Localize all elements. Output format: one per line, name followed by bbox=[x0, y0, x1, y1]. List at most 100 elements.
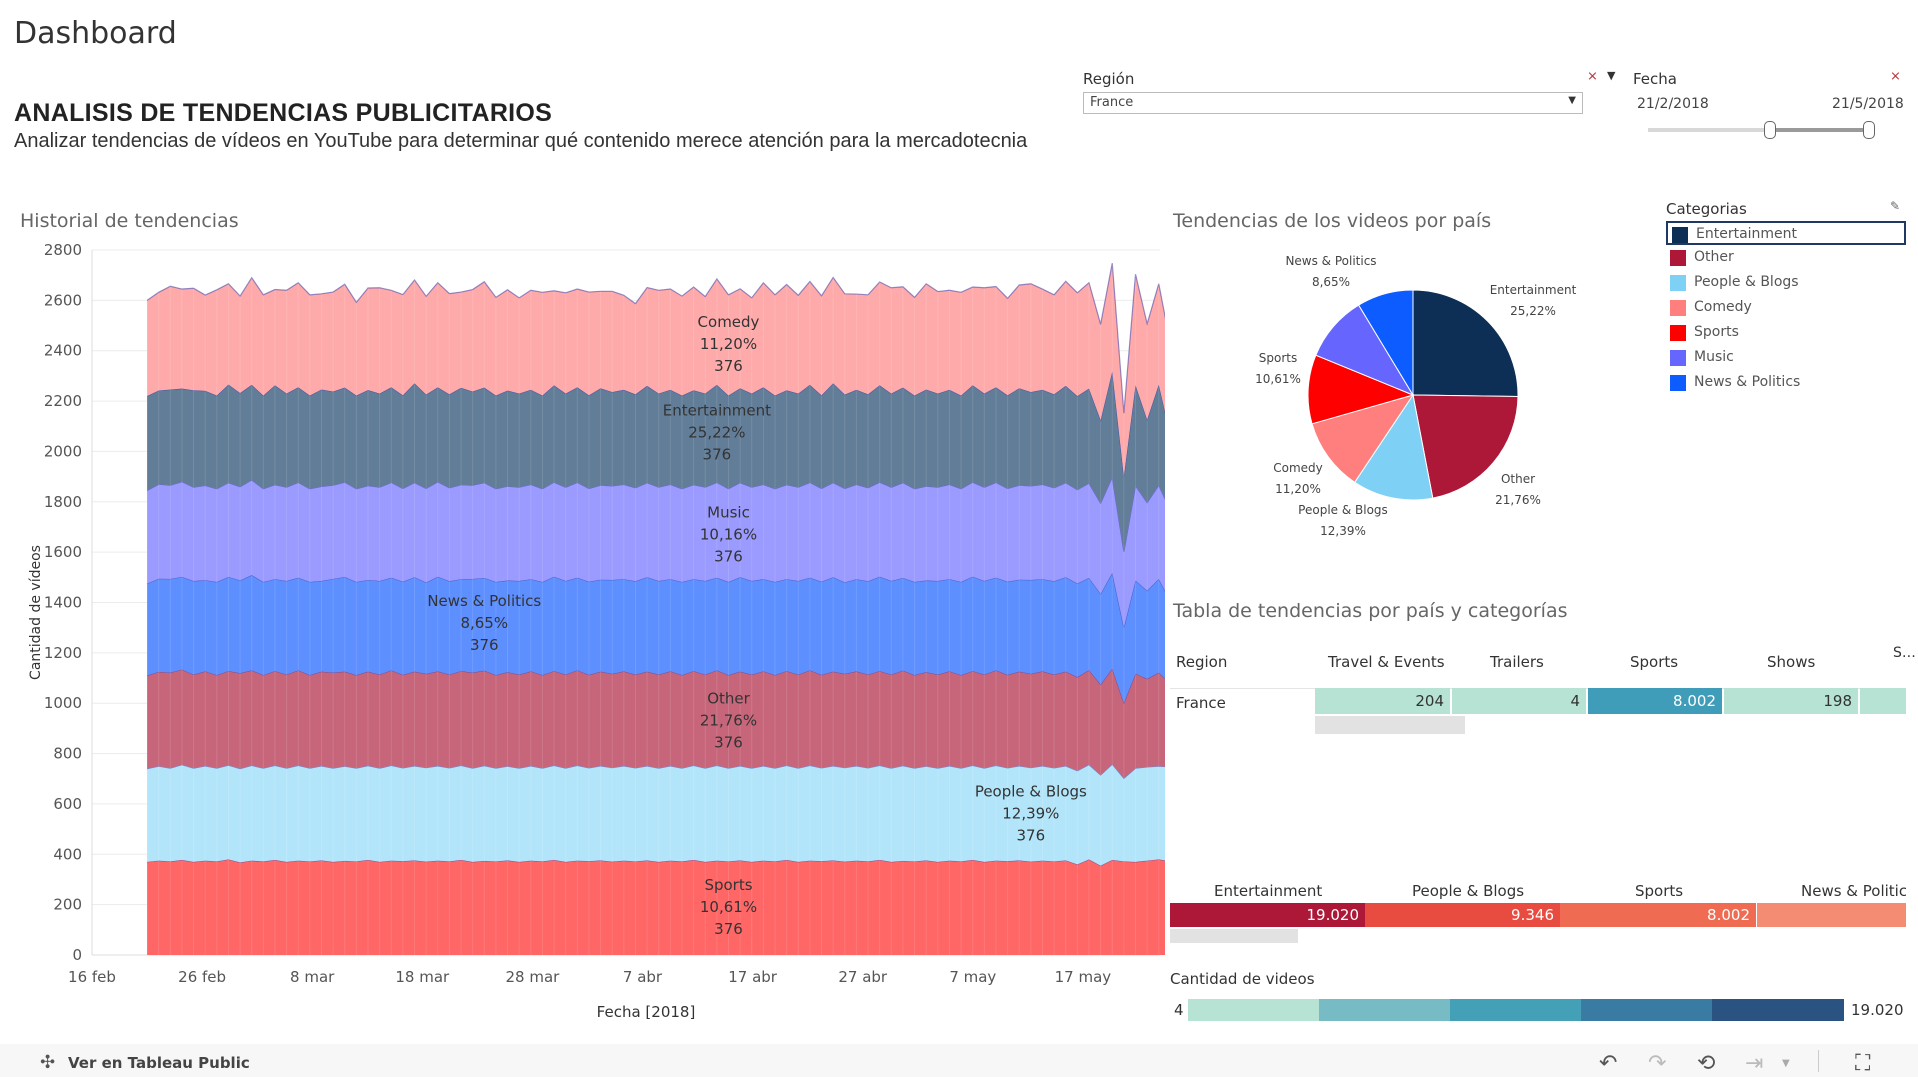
legend-label: Other bbox=[1694, 249, 1734, 265]
redo-icon[interactable]: ↷ bbox=[1648, 1051, 1666, 1076]
legend-label: Entertainment bbox=[1696, 226, 1798, 242]
catbar-news[interactable] bbox=[1757, 903, 1906, 927]
legend-swatch bbox=[1670, 350, 1686, 366]
area-label-people-blogs: 12,39% bbox=[1002, 805, 1059, 823]
area-label-sports: 376 bbox=[714, 920, 743, 938]
table-header-shows: Shows bbox=[1767, 653, 1816, 671]
legend-swatch bbox=[1670, 275, 1686, 291]
x-tick-label: 18 mar bbox=[395, 968, 450, 986]
table-cell-shows[interactable]: 198 bbox=[1724, 688, 1858, 714]
y-tick-label: 1600 bbox=[44, 543, 82, 561]
area-other[interactable] bbox=[147, 668, 1165, 779]
tableau-logo-icon: ✣ bbox=[40, 1052, 56, 1073]
pie-percent-people-blogs: 12,39% bbox=[1320, 524, 1366, 538]
x-tick-label: 28 mar bbox=[505, 968, 560, 986]
date-slider-start-handle[interactable] bbox=[1764, 121, 1776, 139]
undo-icon[interactable]: ↶ bbox=[1599, 1051, 1617, 1076]
catbar-sports[interactable]: 8.002 bbox=[1560, 903, 1756, 927]
table-header-sports: Sports bbox=[1630, 653, 1679, 671]
revert-icon[interactable]: ⟲ bbox=[1697, 1051, 1715, 1076]
main-title: ANALISIS DE TENDENCIAS PUBLICITARIOS bbox=[14, 99, 553, 127]
color-legend-step-5 bbox=[1712, 999, 1844, 1021]
pie-label-news-politics: News & Politics bbox=[1285, 254, 1376, 268]
pie-slice-entertainment[interactable] bbox=[1412, 289, 1519, 397]
legend-item-sports[interactable]: Sports bbox=[1666, 321, 1906, 343]
legend-item-entertainment[interactable]: Entertainment bbox=[1666, 221, 1906, 245]
clear-date-filter-icon[interactable]: ⨯ bbox=[1890, 69, 1901, 84]
refresh-icon[interactable]: ⇥ bbox=[1745, 1051, 1763, 1076]
area-label-other: 21,76% bbox=[700, 712, 757, 730]
table-cell-sports[interactable]: 8.002 bbox=[1588, 688, 1722, 714]
legend-label: People & Blogs bbox=[1694, 274, 1799, 290]
pie-percent-news-politics: 8,65% bbox=[1312, 275, 1350, 289]
area-label-entertainment: 25,22% bbox=[688, 424, 745, 442]
chevron-down-icon: ▼ bbox=[1568, 95, 1576, 106]
y-tick-label: 2800 bbox=[44, 241, 82, 259]
table-title: Tabla de tendencias por país y categoría… bbox=[1173, 600, 1568, 622]
legend-label: Comedy bbox=[1694, 299, 1752, 315]
table-header-trailers: Trailers bbox=[1490, 653, 1544, 671]
edit-pencil-icon[interactable]: ✎ bbox=[1890, 199, 1900, 213]
pie-chart[interactable]: Entertainment 25,22% Other 21,76% People & B… bbox=[1173, 240, 1633, 560]
table-header-travel: Travel & Events bbox=[1328, 653, 1445, 671]
area-label-music: 376 bbox=[714, 547, 743, 565]
pie-percent-sports: 10,61% bbox=[1255, 372, 1301, 386]
catbar-scrollbar[interactable] bbox=[1170, 929, 1298, 943]
legend-swatch bbox=[1670, 300, 1686, 316]
pie-percent-comedy: 11,20% bbox=[1275, 482, 1321, 496]
legend-title: Categorias bbox=[1666, 200, 1747, 218]
legend-item-people-blogs[interactable]: People & Blogs bbox=[1666, 271, 1906, 293]
table-cell-travel[interactable]: 204 bbox=[1315, 688, 1450, 714]
dashboard-title: Dashboard bbox=[14, 16, 177, 51]
date-end-value: 21/5/2018 bbox=[1832, 96, 1904, 112]
area-label-sports: Sports bbox=[704, 876, 752, 894]
area-label-news-politics: 376 bbox=[470, 636, 499, 654]
refresh-dropdown-icon[interactable]: ▼ bbox=[1782, 1058, 1790, 1069]
region-dropdown-value: France bbox=[1090, 95, 1134, 110]
toolbar-divider bbox=[1818, 1050, 1819, 1072]
catbar-entertainment[interactable]: 19.020 bbox=[1170, 903, 1365, 927]
catbar-people[interactable]: 9.346 bbox=[1365, 903, 1560, 927]
legend-item-music[interactable]: Music bbox=[1666, 346, 1906, 368]
pie-percent-other: 21,76% bbox=[1495, 493, 1541, 507]
y-tick-label: 1000 bbox=[44, 694, 82, 712]
y-tick-label: 2600 bbox=[44, 291, 82, 309]
area-label-comedy: 376 bbox=[714, 357, 743, 375]
area-label-news-politics: 8,65% bbox=[460, 614, 508, 632]
legend-swatch bbox=[1670, 250, 1686, 266]
area-label-music: Music bbox=[707, 503, 750, 521]
fullscreen-icon[interactable]: ⛶ bbox=[1855, 1051, 1870, 1076]
catbar-label-people: People & Blogs bbox=[1412, 882, 1525, 900]
y-tick-label: 2000 bbox=[44, 442, 82, 460]
color-legend-min: 4 bbox=[1174, 1001, 1184, 1019]
pie-percent-entertainment: 25,22% bbox=[1510, 304, 1556, 318]
date-filter-label: Fecha bbox=[1633, 70, 1677, 88]
legend-item-other[interactable]: Other bbox=[1666, 246, 1906, 268]
area-chart[interactable]: 2800260024002200200018001600140012001000… bbox=[0, 235, 1165, 1035]
area-label-sports: 10,61% bbox=[700, 898, 757, 916]
color-legend-step-1 bbox=[1188, 999, 1319, 1021]
table-scrollbar[interactable] bbox=[1315, 716, 1465, 734]
view-on-tableau-link[interactable]: Ver en Tableau Public bbox=[68, 1054, 250, 1072]
region-dropdown[interactable]: France ▼ bbox=[1083, 92, 1583, 114]
date-slider-range bbox=[1769, 128, 1868, 132]
table-cell-trailers[interactable]: 4 bbox=[1452, 688, 1586, 714]
legend-swatch bbox=[1670, 325, 1686, 341]
area-label-comedy: 11,20% bbox=[700, 335, 757, 353]
x-tick-label: 27 abr bbox=[838, 968, 888, 986]
legend-item-comedy[interactable]: Comedy bbox=[1666, 296, 1906, 318]
catbar-label-sports: Sports bbox=[1635, 882, 1684, 900]
y-tick-label: 1400 bbox=[44, 594, 82, 612]
table-cell-truncated[interactable] bbox=[1860, 688, 1906, 714]
area-label-entertainment: Entertainment bbox=[663, 402, 771, 420]
date-slider-end-handle[interactable] bbox=[1863, 121, 1875, 139]
filter-menu-icon[interactable]: ▼ bbox=[1607, 69, 1615, 82]
area-sports[interactable] bbox=[147, 859, 1165, 955]
y-tick-label: 800 bbox=[53, 745, 82, 763]
area-label-entertainment: 376 bbox=[703, 446, 732, 464]
color-legend-step-3 bbox=[1450, 999, 1581, 1021]
x-tick-label: 8 mar bbox=[290, 968, 335, 986]
legend-item-news-politics[interactable]: News & Politics bbox=[1666, 371, 1906, 393]
clear-filter-icon[interactable]: ⨯ bbox=[1587, 69, 1598, 84]
legend-swatch bbox=[1672, 227, 1688, 243]
